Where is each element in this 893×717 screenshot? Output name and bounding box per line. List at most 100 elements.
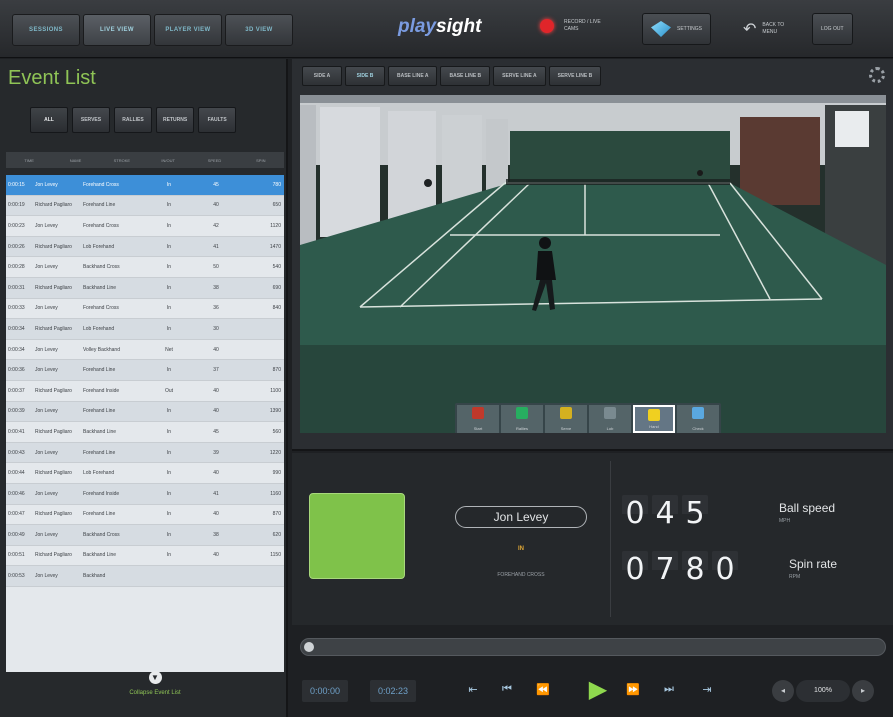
event-list-panel: Event List ALL SERVES RALLIES RETURNS FA… [0, 59, 288, 717]
event-table-body: 0:00:15 Jon Levey Forehand Cross In 45 780 0:0… [6, 175, 284, 672]
event-list-title: Event List [8, 67, 96, 89]
camera-tab-serve-line-a[interactable]: SERVE LINE A [493, 66, 546, 86]
tab-live-view[interactable]: LIVE VIEW [83, 14, 151, 46]
brand-suffix: sight [436, 16, 482, 37]
table-row[interactable]: 0:00:34 Richard Pagliaro Lob Forehand In 30 [6, 319, 284, 340]
record-button[interactable]: RECORD / LIVE CAMS [540, 19, 614, 33]
settings-button[interactable]: SETTINGS [642, 13, 712, 45]
timeline-scrubber[interactable] [300, 638, 886, 656]
filter-serves[interactable]: SERVES [72, 107, 110, 133]
tag-check[interactable]: Check [677, 405, 719, 433]
col-stroke[interactable]: STROKE [99, 152, 145, 168]
cell-speed: 41 [213, 243, 219, 250]
table-row[interactable]: 0:00:43 Jon Levey Forehand Line In 39 1220 [6, 442, 284, 464]
event-filters: ALL SERVES RALLIES RETURNS FAULTS [30, 107, 237, 133]
table-row[interactable]: 0:00:31 Richard Pagliaro Backhand Line In 38… [6, 277, 284, 299]
camera-tab-serve-line-b[interactable]: SERVE LINE B [548, 66, 602, 86]
col-name[interactable]: NAME [52, 152, 98, 168]
cell-spin: 840 [272, 305, 281, 312]
cell-time: 0:00:39 [8, 408, 25, 415]
table-row[interactable]: 0:00:41 Richard Pagliaro Backhand Line In 45… [6, 422, 284, 443]
cell-time: 0:00:53 [8, 573, 25, 580]
table-row[interactable]: 0:00:15 Jon Levey Forehand Cross In 45 780 [6, 175, 284, 196]
table-row[interactable]: 0:00:34 Jon Levey Volley Backhand Net 40 [6, 340, 284, 361]
camera-tab-base-line-b[interactable]: BASE LINE B [440, 66, 491, 86]
gear-icon[interactable] [869, 67, 885, 83]
cell-stroke: Forehand Cross [83, 222, 119, 229]
table-row[interactable]: 0:00:37 Richard Pagliaro Forehand Inside Ou… [6, 381, 284, 402]
play-icon[interactable]: ▶ [581, 672, 615, 706]
table-row[interactable]: 0:00:47 Richard Pagliaro Forehand Line In 40… [6, 505, 284, 526]
speed-increase-icon[interactable]: ▸ [852, 680, 874, 702]
mark-in-button[interactable]: ⇤ [458, 676, 488, 702]
spin-rate-unit: RPM [789, 574, 801, 580]
cell-name: Richard Pagliaro [35, 243, 72, 250]
table-row[interactable]: 0:00:44 Richard Pagliaro Lob Forehand In 40 9… [6, 463, 284, 484]
skip-start-icon[interactable]: ⏮ [492, 676, 522, 702]
tag-rallies[interactable]: Rallies [501, 405, 543, 433]
current-time: 0:00:00 [302, 680, 349, 702]
timeline-knob[interactable] [304, 642, 314, 652]
cell-inout: In [166, 511, 172, 518]
mark-out-button[interactable]: ⇥ [692, 676, 722, 702]
speed-digit: 5 [682, 495, 708, 533]
skip-end-icon[interactable]: ⏭ [654, 676, 684, 702]
cell-spin: 870 [272, 511, 281, 518]
camera-tab-side-a[interactable]: SIDE A [302, 66, 342, 86]
table-row[interactable]: 0:00:23 Jon Levey Forehand Cross In 42 1120 [6, 216, 284, 237]
tag-start[interactable]: Start [457, 405, 499, 433]
tag-hand-label: Hand [649, 424, 659, 429]
logout-button[interactable]: LOG OUT [812, 13, 853, 45]
cell-name: Richard Pagliaro [35, 428, 72, 435]
cell-inout: In [166, 284, 172, 291]
step-forward-icon[interactable]: ⏩ [618, 676, 648, 702]
tab-sessions[interactable]: SESSIONS [12, 14, 80, 46]
table-row[interactable]: 0:00:19 Richard Pagliaro Forehand Line In 40… [6, 195, 284, 217]
table-row[interactable]: 0:00:51 Richard Pagliaro Backhand Line In 40… [6, 546, 284, 567]
tag-serve-label: Serve [560, 426, 572, 431]
cell-time: 0:00:15 [8, 181, 25, 188]
table-row[interactable]: 0:00:53 Jon Levey Backhand [6, 566, 284, 587]
cell-inout: In [166, 243, 172, 250]
filter-returns[interactable]: RETURNS [156, 107, 195, 133]
table-row[interactable]: 0:00:46 Jon Levey Forehand Inside In 41 1160 [6, 483, 284, 505]
cell-stroke: Lob Forehand [83, 470, 115, 477]
table-row[interactable]: 0:00:28 Jon Levey Backhand Cross In 50 540 [6, 257, 284, 278]
tab-player-view[interactable]: PLAYER VIEW [154, 14, 222, 46]
cell-spin: 1470 [269, 243, 281, 250]
cell-name: Jon Levey [35, 449, 58, 456]
speed-decrease-icon[interactable]: ◂ [772, 680, 794, 702]
cell-stroke: Backhand [83, 573, 106, 580]
collapse-event-list-button[interactable]: ▼ Collapse Event List [100, 671, 210, 696]
spin-digit: 0 [712, 551, 738, 589]
table-row[interactable]: 0:00:49 Jon Levey Backhand Cross In 38 620 [6, 525, 284, 546]
col-spin[interactable]: SPIN [238, 152, 284, 168]
step-back-icon[interactable]: ⏪ [528, 676, 558, 702]
tab-3d-view[interactable]: 3D VIEW [225, 14, 293, 46]
col-time[interactable]: TIME [6, 152, 52, 168]
video-view[interactable]: Start Rallies Serve Lob Hand Check [300, 95, 886, 433]
tag-hand[interactable]: Hand [633, 405, 675, 433]
camera-tab-base-line-a[interactable]: BASE LINE A [388, 66, 438, 86]
cell-inout: In [166, 428, 172, 435]
cell-inout: In [166, 490, 172, 497]
table-row[interactable]: 0:00:36 Jon Levey Forehand Line In 37 870 [6, 360, 284, 381]
cell-inout [143, 566, 193, 586]
cell-time: 0:00:37 [8, 387, 25, 394]
tag-serve[interactable]: Serve [545, 405, 587, 433]
tag-start-label: Start [473, 426, 483, 431]
table-row[interactable]: 0:00:33 Jon Levey Forehand Cross In 36 840 [6, 299, 284, 320]
tag-lob[interactable]: Lob [589, 405, 631, 433]
col-inout[interactable]: IN/OUT [145, 152, 191, 168]
back-to-menu-button[interactable]: ↶ BACK TO MENU [735, 13, 804, 45]
player-name[interactable]: Jon Levey [455, 506, 587, 528]
table-row[interactable]: 0:00:26 Richard Pagliaro Lob Forehand In 41 1… [6, 236, 284, 258]
table-row[interactable]: 0:00:39 Jon Levey Forehand Line In 40 1390 [6, 401, 284, 423]
cell-speed: 30 [213, 325, 219, 332]
filter-rallies[interactable]: RALLIES [114, 107, 152, 133]
filter-all[interactable]: ALL [30, 107, 68, 133]
filter-faults[interactable]: FAULTS [198, 107, 237, 133]
cell-inout: In [166, 222, 172, 229]
col-speed[interactable]: SPEED [191, 152, 237, 168]
camera-tab-side-b[interactable]: SIDE B [345, 66, 385, 86]
